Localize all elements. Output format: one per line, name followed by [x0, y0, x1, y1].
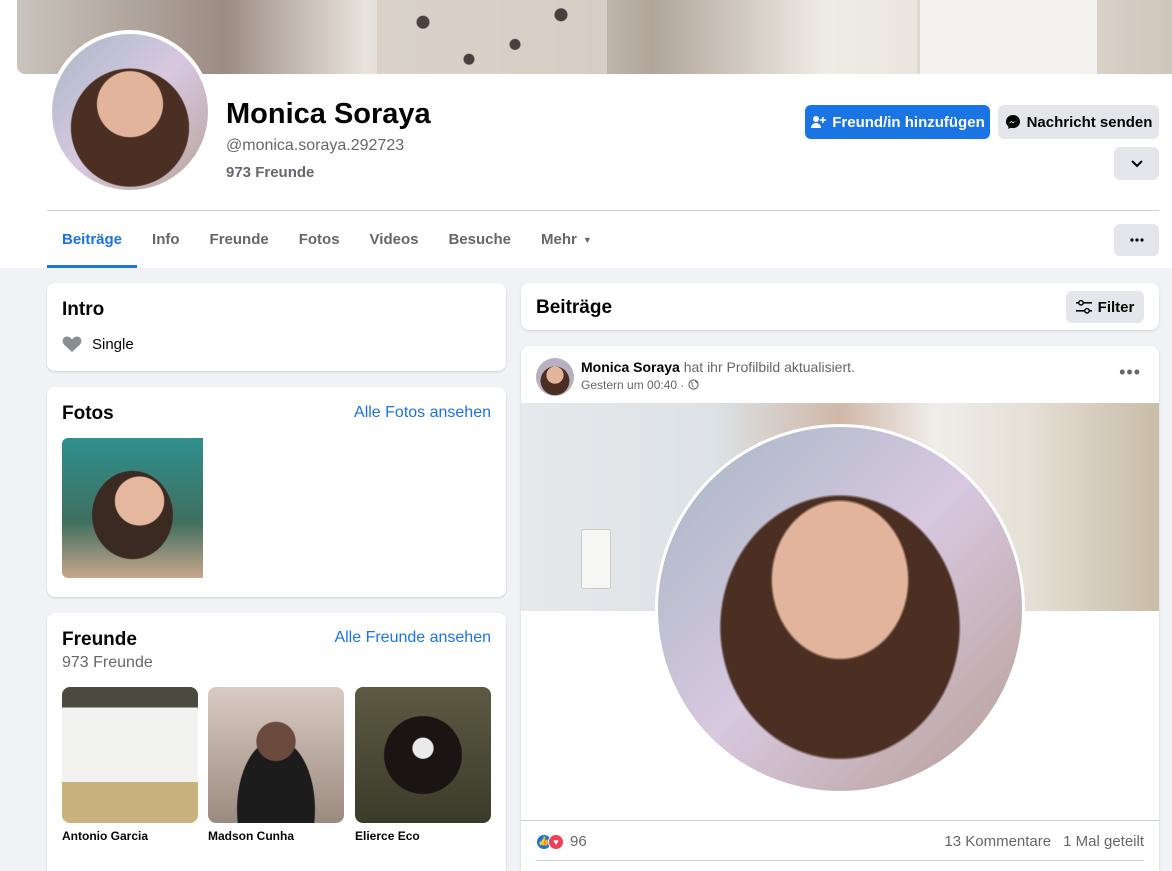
- friend-tile[interactable]: Madson Cunha: [208, 687, 344, 843]
- see-all-photos-link[interactable]: Alle Fotos ansehen: [354, 404, 491, 422]
- intro-title: Intro: [62, 299, 105, 320]
- relationship-status: Single: [92, 336, 134, 353]
- reactions-count: 96: [570, 833, 587, 850]
- friends-card: Freunde 973 Freunde Alle Freunde ansehen…: [47, 613, 506, 871]
- friends-count: 973 Freunde: [62, 654, 153, 671]
- photos-card: Fotos Alle Fotos ansehen: [47, 387, 506, 597]
- globe-icon: [688, 379, 699, 390]
- post-profile-picture-image: [658, 427, 1022, 791]
- friends-title: Freunde: [62, 629, 137, 650]
- tab-mehr[interactable]: Mehr ▼: [526, 211, 607, 268]
- posts-header-card: Beiträge Filter: [521, 283, 1159, 330]
- post-actions-divider: [536, 860, 1144, 861]
- profile-handle: @monica.soraya.292723: [226, 137, 405, 154]
- friend-tile[interactable]: Antonio Garcia: [62, 687, 198, 843]
- profile-avatar[interactable]: [48, 30, 212, 194]
- send-message-button[interactable]: Nachricht senden: [998, 105, 1159, 139]
- tab-freunde[interactable]: Freunde: [195, 211, 284, 268]
- friend-name[interactable]: Antonio Garcia: [62, 829, 198, 843]
- post-time-text: Gestern um 00:40 ·: [581, 378, 685, 392]
- profile-header: Monica Soraya @monica.soraya.292723 973 …: [0, 0, 1172, 268]
- love-reaction-icon: ♥: [548, 833, 564, 850]
- post-headline: Monica Soraya hat ihr Profilbild aktuali…: [581, 359, 855, 375]
- add-friend-button[interactable]: Freund/in hinzufügen: [805, 105, 990, 139]
- post-reactions[interactable]: 👍 ♥ 96: [536, 833, 587, 850]
- post-divider: [521, 820, 1159, 821]
- tab-besuche[interactable]: Besuche: [433, 211, 526, 268]
- posts-title: Beiträge: [536, 297, 613, 318]
- filter-button[interactable]: Filter: [1066, 291, 1144, 323]
- messenger-icon: [1005, 115, 1020, 129]
- send-message-label: Nachricht senden: [1026, 113, 1153, 131]
- see-all-friends-link[interactable]: Alle Freunde ansehen: [334, 629, 491, 647]
- friend-photo[interactable]: [62, 687, 198, 823]
- friend-photo[interactable]: [355, 687, 491, 823]
- photos-title: Fotos: [62, 403, 114, 424]
- friend-name[interactable]: Madson Cunha: [208, 829, 344, 843]
- filter-icon: [1075, 300, 1092, 314]
- filter-label: Filter: [1097, 298, 1135, 316]
- post-counts: 13 Kommentare 1 Mal geteilt: [944, 833, 1144, 850]
- cover-photo-detail: [917, 0, 1097, 74]
- tab-videos[interactable]: Videos: [355, 211, 434, 268]
- tab-mehr-label: Mehr: [541, 231, 577, 248]
- post-action-text: hat ihr Profilbild aktualisiert.: [683, 359, 855, 375]
- cover-photo-detail: [377, 0, 607, 74]
- post-options-icon[interactable]: •••: [1119, 362, 1141, 383]
- tab-beitraege[interactable]: Beiträge: [47, 211, 138, 268]
- post-author-avatar[interactable]: [536, 358, 574, 396]
- profile-tabs: Beiträge Info Freunde Fotos Videos Besuc…: [47, 211, 607, 268]
- tab-info[interactable]: Info: [137, 211, 195, 268]
- friend-tile[interactable]: Elierce Eco: [355, 687, 491, 843]
- heart-icon: [62, 336, 82, 352]
- post-profile-picture[interactable]: [655, 424, 1025, 794]
- comments-count[interactable]: 13 Kommentare: [944, 833, 1051, 850]
- more-options-button[interactable]: [1114, 224, 1159, 256]
- post-timestamp[interactable]: Gestern um 00:40 ·: [581, 378, 699, 392]
- add-friend-icon: [811, 116, 827, 128]
- friend-name[interactable]: Elierce Eco: [355, 829, 491, 843]
- post-card: Monica Soraya hat ihr Profilbild aktuali…: [521, 346, 1159, 871]
- profile-friends-count[interactable]: 973 Freunde: [226, 164, 314, 181]
- profile-avatar-image: [52, 34, 208, 190]
- chevron-down-icon: [1130, 159, 1143, 167]
- add-friend-label: Freund/in hinzufügen: [832, 113, 985, 131]
- shares-count[interactable]: 1 Mal geteilt: [1063, 833, 1144, 850]
- intro-card: Intro: [47, 283, 506, 371]
- profile-name: Monica Soraya: [226, 98, 431, 130]
- profile-dropdown-button[interactable]: [1114, 147, 1159, 180]
- light-switch-detail: [581, 529, 611, 589]
- caret-down-icon: ▼: [582, 234, 592, 245]
- post-author-name[interactable]: Monica Soraya: [581, 359, 680, 375]
- more-dots-icon: [1129, 238, 1144, 242]
- photo-thumbnail[interactable]: [62, 438, 203, 578]
- tab-fotos[interactable]: Fotos: [284, 211, 355, 268]
- friend-photo[interactable]: [208, 687, 344, 823]
